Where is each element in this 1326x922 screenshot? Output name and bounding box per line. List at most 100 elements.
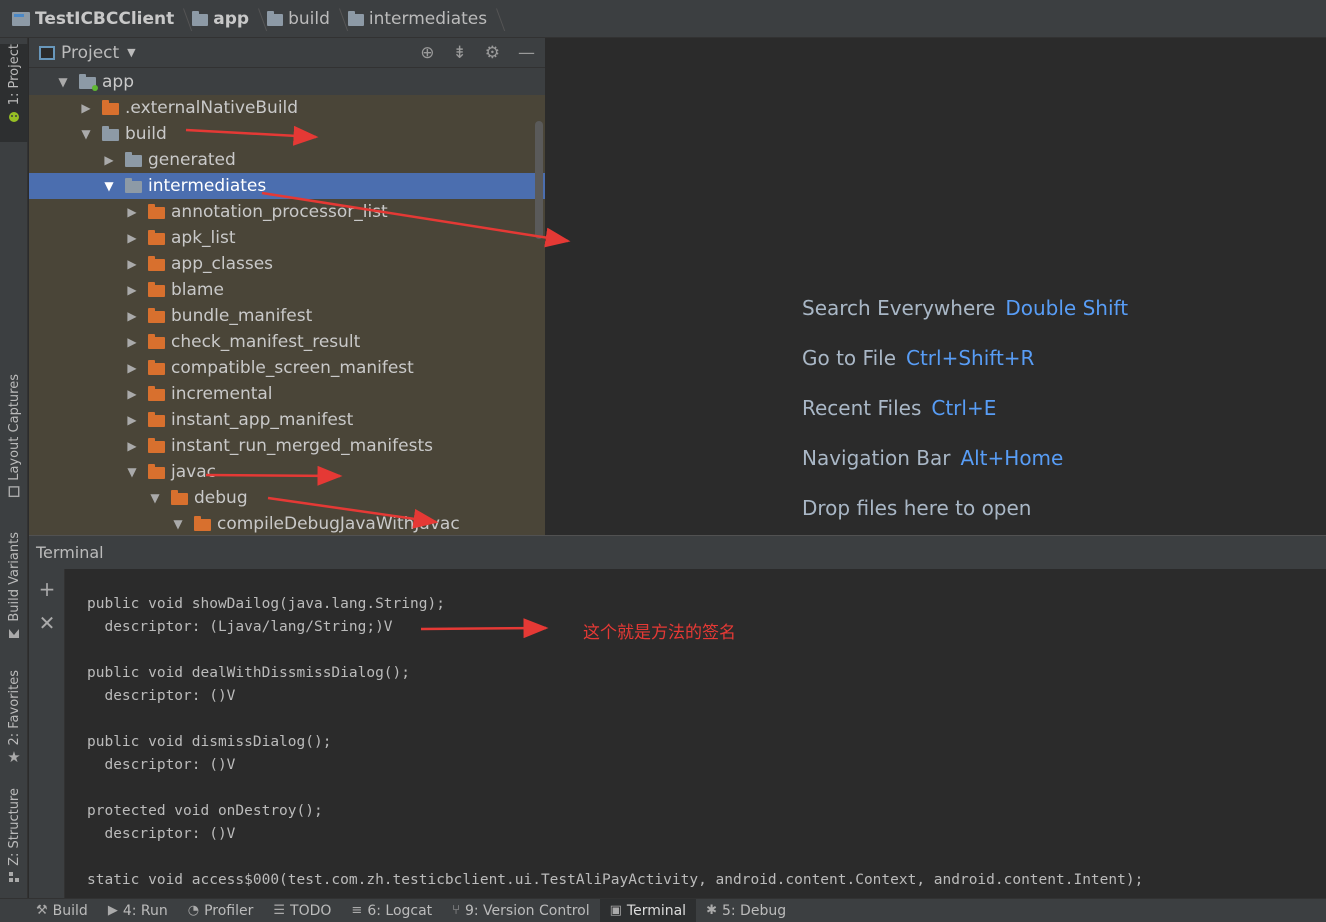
tool-tab-label: Terminal	[626, 902, 687, 919]
folder-icon	[148, 360, 165, 375]
breadcrumb-intermediates[interactable]: intermediates	[347, 0, 497, 38]
expand-right-icon[interactable]: ▶	[126, 387, 138, 401]
terminal-title: Terminal	[36, 543, 104, 562]
minimize-icon[interactable]: —	[518, 43, 535, 63]
expand-down-icon[interactable]: ▼	[103, 179, 115, 193]
project-view-icon	[39, 45, 55, 60]
expand-down-icon[interactable]: ▼	[149, 491, 161, 505]
tool-tab[interactable]: ▶ 4: Run	[98, 899, 178, 922]
tab-project[interactable]: 1: Project	[0, 44, 28, 142]
expand-right-icon[interactable]: ▶	[126, 257, 138, 271]
todo-icon: ☰	[273, 903, 286, 918]
tree-node-label: incremental	[171, 384, 273, 404]
breadcrumb-label: TestICBCClient	[35, 8, 175, 29]
terminal-line: public void dismissDialog();	[87, 734, 332, 750]
tree-node[interactable]: ▼ debug	[29, 485, 545, 511]
tool-tab-label: 5: Debug	[721, 902, 787, 919]
hint-text: Drop files here to open	[802, 496, 1032, 520]
tree-node[interactable]: ▼ compileDebugJavaWithJavac	[29, 511, 545, 535]
chevron-down-icon[interactable]: ▼	[127, 46, 135, 59]
tab-layout-captures[interactable]: Layout Captures	[0, 374, 28, 498]
tree-node[interactable]: ▶ blame	[29, 277, 545, 303]
expand-right-icon[interactable]: ▶	[126, 231, 138, 245]
terminal-toolbar: + ✕	[29, 569, 65, 898]
tool-tab[interactable]: ◔ Profiler	[178, 899, 264, 922]
tree-node[interactable]: ▶ .externalNativeBuild	[29, 95, 545, 121]
breadcrumb-project[interactable]: TestICBCClient	[12, 0, 184, 38]
tree-node[interactable]: ▶ check_manifest_result	[29, 329, 545, 355]
tree-node-label: compileDebugJavaWithJavac	[217, 514, 460, 534]
terminal-icon: ▣	[609, 903, 622, 918]
tree-node[interactable]: ▼ intermediates	[29, 173, 545, 199]
folder-icon	[125, 152, 142, 167]
hint-text: Go to File	[802, 346, 896, 370]
terminal-header: Terminal	[29, 535, 1326, 569]
tree-node[interactable]: ▶ compatible_screen_manifest	[29, 355, 545, 381]
tool-tab[interactable]: ✱ 5: Debug	[696, 899, 796, 922]
expand-right-icon[interactable]: ▶	[126, 205, 138, 219]
hint-shortcut: Double Shift	[1005, 296, 1129, 320]
new-session-icon[interactable]: +	[37, 579, 57, 599]
tool-tab-label: 9: Version Control	[464, 902, 590, 919]
tree-node-label: app_classes	[171, 254, 274, 274]
tree-node[interactable]: ▼ build	[29, 121, 545, 147]
tab-project-label: 1: Project	[6, 44, 22, 106]
tree-node[interactable]: ▶ incremental	[29, 381, 545, 407]
folder-icon	[148, 308, 165, 323]
expand-right-icon[interactable]: ▶	[126, 439, 138, 453]
expand-right-icon[interactable]: ▶	[80, 101, 92, 115]
tree-node[interactable]: ▶ annotation_processor_list	[29, 199, 545, 225]
collapse-all-icon[interactable]: ⇟	[453, 43, 467, 63]
expand-down-icon[interactable]: ▼	[80, 127, 92, 141]
tool-tab[interactable]: ≡ 6: Logcat	[341, 899, 442, 922]
tree-node[interactable]: ▶ bundle_manifest	[29, 303, 545, 329]
tool-tab[interactable]: ▣ Terminal	[599, 898, 697, 922]
folder-icon	[194, 516, 211, 531]
tree-node[interactable]: ▼ app	[29, 69, 545, 95]
tree-node[interactable]: ▶ instant_run_merged_manifests	[29, 433, 545, 459]
tool-tab[interactable]: ☰ TODO	[263, 899, 341, 922]
project-view-selector[interactable]: Project	[61, 43, 119, 63]
expand-right-icon[interactable]: ▶	[126, 309, 138, 323]
expand-down-icon[interactable]: ▼	[172, 517, 184, 531]
expand-right-icon[interactable]: ▶	[103, 153, 115, 167]
terminal-output[interactable]: public void showDailog(java.lang.String)…	[65, 569, 1326, 898]
hammer-icon: ⚒	[36, 903, 48, 918]
tree-node[interactable]: ▶ generated	[29, 147, 545, 173]
tree-node-label: debug	[194, 488, 248, 508]
structure-icon	[9, 871, 19, 882]
expand-right-icon[interactable]: ▶	[126, 335, 138, 349]
navigation-bar: TestICBCClient app build intermediates	[0, 0, 1326, 38]
expand-right-icon[interactable]: ▶	[126, 361, 138, 375]
tool-tab[interactable]: ⑂ 9: Version Control	[442, 899, 599, 922]
tab-structure[interactable]: Z: Structure	[0, 788, 28, 884]
terminal-line: static void access$000(test.com.zh.testi…	[87, 872, 1144, 888]
star-icon: ★	[7, 747, 21, 766]
breadcrumb-build[interactable]: build	[267, 0, 340, 38]
locate-icon[interactable]: ⊕	[420, 43, 434, 63]
breadcrumb-module[interactable]: app	[192, 0, 259, 38]
editor-empty-area[interactable]: Search Everywhere Double Shift Go to File C…	[545, 38, 1326, 535]
gear-icon[interactable]: ⚙	[485, 43, 500, 63]
hint-text: Search Everywhere	[802, 296, 996, 320]
tree-scrollbar[interactable]	[535, 121, 543, 239]
run-icon: ▶	[107, 903, 118, 918]
tree-node-label: build	[125, 124, 167, 144]
expand-right-icon[interactable]: ▶	[126, 283, 138, 297]
tree-node[interactable]: ▶ app_classes	[29, 251, 545, 277]
folder-icon	[148, 412, 165, 427]
vcs-icon: ⑂	[452, 903, 460, 918]
expand-right-icon[interactable]: ▶	[126, 413, 138, 427]
expand-down-icon[interactable]: ▼	[57, 75, 69, 89]
tool-tab[interactable]: ⚒ Build	[26, 899, 98, 922]
tree-node[interactable]: ▼ javac	[29, 459, 545, 485]
tab-favorites[interactable]: 2: Favorites ★	[0, 670, 28, 764]
expand-down-icon[interactable]: ▼	[126, 465, 138, 479]
tab-build-variants[interactable]: Build Variants	[0, 532, 28, 640]
tree-node[interactable]: ▶ apk_list	[29, 225, 545, 251]
tree-node-label: annotation_processor_list	[171, 202, 388, 222]
close-session-icon[interactable]: ✕	[37, 613, 57, 633]
terminal-line: descriptor: (Ljava/lang/String;)V	[87, 619, 393, 635]
tree-node[interactable]: ▶ instant_app_manifest	[29, 407, 545, 433]
terminal-line: protected void onDestroy();	[87, 803, 323, 819]
